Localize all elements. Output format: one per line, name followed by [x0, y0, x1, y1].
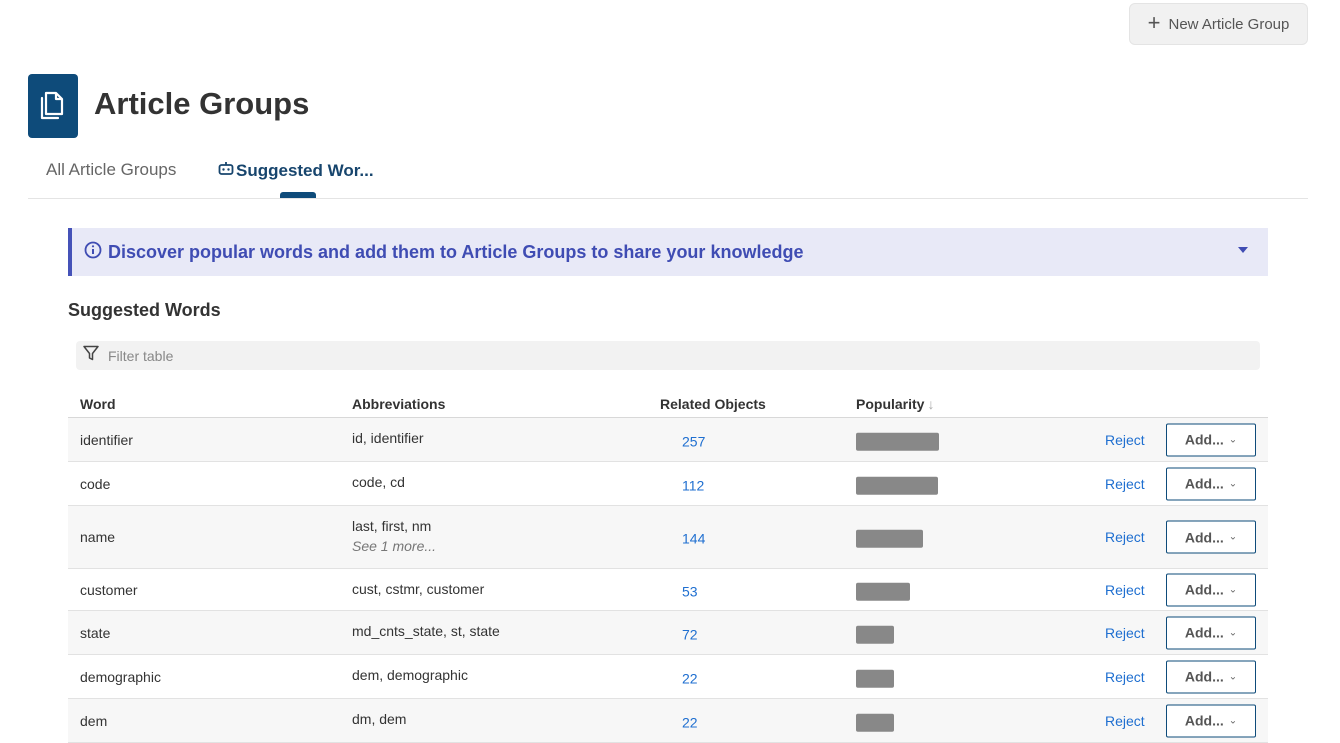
banner-text: Discover popular words and add them to A… — [108, 241, 804, 262]
add-label: Add... — [1184, 529, 1224, 545]
add-dropdown-button[interactable]: Add... ⌄ — [1166, 660, 1256, 693]
table-body: identifier id, identifier 257 Reject Add... ⌄… — [68, 418, 1268, 743]
reject-button[interactable]: Reject — [1105, 582, 1145, 598]
abbreviations-cell: last, first, nm — [352, 518, 432, 534]
popularity-bar — [856, 432, 939, 451]
chevron-down-icon: ⌄ — [1228, 478, 1238, 489]
word-cell: state — [80, 624, 111, 641]
column-header-word[interactable]: Word — [80, 396, 116, 412]
related-objects-link[interactable]: 144 — [682, 531, 705, 547]
popularity-bar — [856, 476, 938, 495]
column-header-abbreviations[interactable]: Abbreviations — [352, 396, 445, 412]
chevron-down-icon: ⌄ — [1228, 627, 1238, 638]
add-dropdown-button[interactable]: Add... ⌄ — [1166, 520, 1256, 554]
chevron-down-icon: ⌄ — [1228, 434, 1238, 445]
suggested-words-table: Word Abbreviations Related Objects Popul… — [68, 386, 1268, 743]
reject-button[interactable]: Reject — [1105, 432, 1145, 448]
tab-bar: All Article Groups Suggested Wor... — [28, 154, 1308, 199]
abbreviations-cell: code, cd — [352, 474, 405, 490]
new-article-group-label: New Article Group — [1168, 15, 1290, 33]
table-row: name last, first, nm See 1 more... 144 Rejec… — [68, 506, 1268, 569]
table-row: customer cust, cstmr, customer 53 Reject Add… — [68, 569, 1268, 611]
plus-icon: + — [1147, 10, 1161, 35]
add-dropdown-button[interactable]: Add... ⌄ — [1166, 423, 1256, 456]
popularity-bar — [856, 529, 923, 548]
info-icon — [84, 241, 102, 264]
word-cell: demographic — [80, 668, 161, 685]
reject-button[interactable]: Reject — [1105, 713, 1145, 729]
reject-button[interactable]: Reject — [1105, 476, 1145, 492]
reject-button[interactable]: Reject — [1105, 529, 1145, 545]
word-cell: customer — [80, 581, 138, 598]
column-header-popularity[interactable]: Popularity ↓ — [856, 396, 934, 412]
popularity-bar — [856, 582, 910, 601]
related-objects-link[interactable]: 257 — [682, 433, 705, 449]
document-icon — [28, 74, 78, 138]
related-objects-link[interactable]: 53 — [682, 583, 698, 599]
abbreviations-cell: dm, dem — [352, 711, 407, 727]
abbreviations-cell: cust, cstmr, customer — [352, 581, 485, 597]
chevron-down-icon: ⌄ — [1228, 531, 1238, 543]
add-label: Add... — [1184, 475, 1224, 492]
add-dropdown-button[interactable]: Add... ⌄ — [1166, 467, 1256, 500]
table-row: state md_cnts_state, st, state 72 Reject Add… — [68, 611, 1268, 655]
caret-down-icon[interactable] — [1238, 247, 1248, 253]
filter-icon — [82, 344, 100, 367]
tab-suggested-label: Suggested Wor... — [236, 160, 374, 180]
chevron-down-icon: ⌄ — [1228, 715, 1238, 726]
chevron-down-icon: ⌄ — [1228, 584, 1238, 595]
add-label: Add... — [1184, 712, 1224, 729]
see-more-link[interactable]: See 1 more... — [352, 538, 436, 554]
popularity-bar — [856, 625, 894, 644]
add-label: Add... — [1184, 431, 1224, 448]
table-row: code code, cd 112 Reject Add... ⌄ — [68, 462, 1268, 506]
related-objects-link[interactable]: 112 — [682, 477, 704, 493]
table-row: dem dm, dem 22 Reject Add... ⌄ — [68, 699, 1268, 743]
reject-button[interactable]: Reject — [1105, 669, 1145, 685]
robot-icon — [218, 160, 234, 181]
reject-button[interactable]: Reject — [1105, 625, 1145, 641]
table-row: identifier id, identifier 257 Reject Add... ⌄ — [68, 418, 1268, 462]
table-header: Word Abbreviations Related Objects Popul… — [68, 386, 1268, 418]
word-cell: dem — [80, 712, 108, 729]
popularity-bar — [856, 669, 894, 688]
word-cell: identifier — [80, 431, 133, 448]
table-row: demographic dem, demographic 22 Reject Add..… — [68, 655, 1268, 699]
word-cell: code — [80, 475, 111, 492]
tab-suggested-words[interactable]: Suggested Wor... — [218, 160, 374, 181]
abbreviations-cell: id, identifier — [352, 430, 424, 446]
add-label: Add... — [1184, 668, 1224, 685]
new-article-group-button[interactable]: + New Article Group — [1129, 3, 1308, 45]
sort-arrow-icon: ↓ — [927, 396, 935, 412]
chevron-down-icon: ⌄ — [1228, 671, 1238, 682]
tab-all-article-groups[interactable]: All Article Groups — [46, 160, 176, 180]
popularity-bar — [856, 713, 894, 732]
section-title: Suggested Words — [68, 300, 221, 320]
filter-bar — [76, 341, 1260, 370]
add-label: Add... — [1184, 581, 1224, 598]
add-dropdown-button[interactable]: Add... ⌄ — [1166, 616, 1256, 649]
filter-input[interactable] — [106, 346, 1210, 365]
popularity-header-label: Popularity — [856, 396, 925, 412]
abbreviations-cell: dem, demographic — [352, 667, 468, 683]
info-banner: Discover popular words and add them to A… — [68, 228, 1268, 276]
add-label: Add... — [1184, 624, 1224, 641]
word-cell: name — [80, 529, 116, 545]
column-header-related-objects[interactable]: Related Objects — [660, 396, 766, 412]
related-objects-link[interactable]: 72 — [682, 626, 698, 642]
related-objects-link[interactable]: 22 — [682, 670, 698, 686]
add-dropdown-button[interactable]: Add... ⌄ — [1166, 704, 1256, 737]
add-dropdown-button[interactable]: Add... ⌄ — [1166, 573, 1256, 606]
abbreviations-cell: md_cnts_state, st, state — [352, 623, 500, 639]
page-title: Article Groups — [94, 86, 310, 121]
related-objects-link[interactable]: 22 — [682, 714, 698, 730]
active-tab-indicator — [280, 192, 316, 198]
